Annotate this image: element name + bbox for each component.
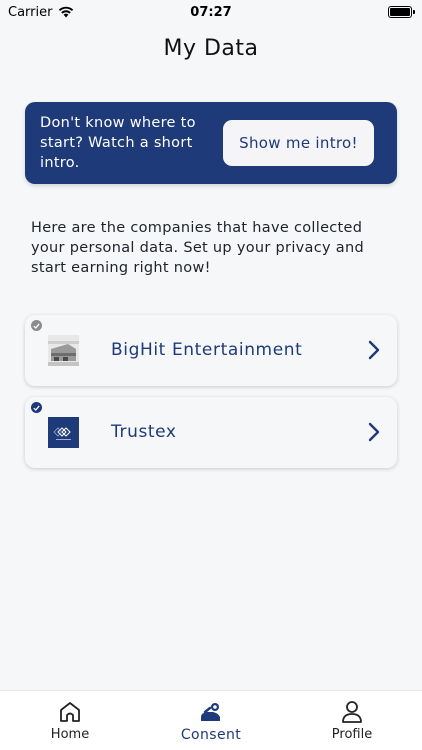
intro-banner-text: Don't know where to start? Watch a short… — [40, 115, 196, 171]
my-data-screen: Carrier 07:27 My Data Don't know where t… — [0, 0, 422, 750]
tab-home-label: Home — [50, 727, 90, 742]
wifi-icon — [59, 6, 74, 18]
status-left: Carrier — [8, 5, 74, 20]
tab-consent-label: Consent — [180, 727, 242, 743]
company-name: Trustex — [111, 422, 177, 442]
tab-home[interactable]: Home — [0, 691, 140, 750]
battery-fill — [390, 8, 410, 16]
battery-icon — [388, 6, 415, 18]
carrier-label: Carrier — [8, 4, 53, 20]
chevron-right-icon — [368, 422, 380, 442]
companies-description: Here are the companies that have collect… — [31, 220, 364, 276]
company-card-trustex[interactable]: Trustex — [25, 397, 397, 468]
tab-profile[interactable]: Profile — [282, 691, 422, 750]
intro-banner: Don't know where to start? Watch a short… — [25, 102, 397, 184]
home-icon — [60, 702, 80, 722]
chevron-right-icon — [368, 340, 380, 360]
consent-icon — [201, 703, 220, 721]
company-card-bighit[interactable]: BigHit Entertainment — [25, 315, 397, 386]
tab-bar: Home Consent Profile — [0, 690, 422, 750]
status-bar: Carrier 07:27 — [0, 0, 422, 24]
show-intro-button[interactable]: Show me intro! — [223, 120, 374, 166]
tab-consent[interactable]: Consent — [141, 691, 281, 750]
page-title: My Data — [163, 36, 259, 61]
bighit-logo — [48, 335, 79, 366]
company-name: BigHit Entertainment — [111, 340, 303, 360]
tab-profile-label: Profile — [331, 727, 373, 742]
profile-icon — [342, 701, 362, 723]
trustex-logo — [48, 417, 79, 448]
check-badge-icon — [31, 320, 42, 331]
check-badge-icon — [31, 402, 42, 413]
